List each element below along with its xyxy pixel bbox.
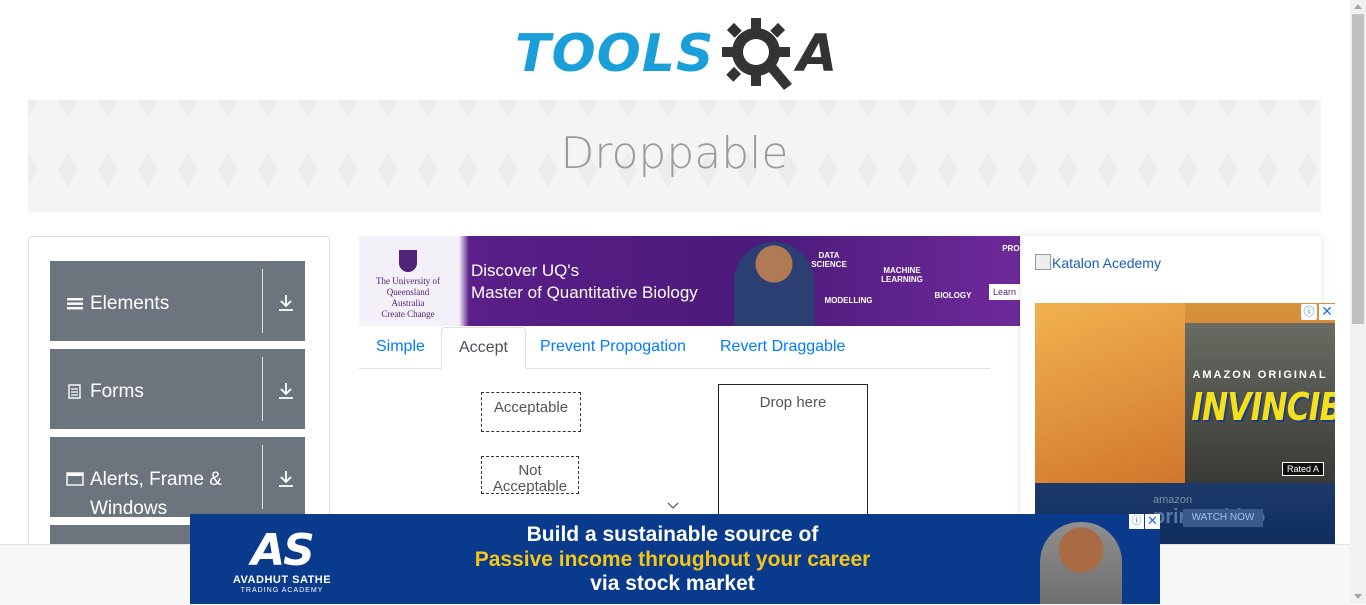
scrollbar-thumb[interactable] bbox=[1352, 14, 1364, 324]
droppable-tabs: Simple Accept Prevent Propogation Revert… bbox=[359, 327, 990, 369]
download-icon[interactable] bbox=[278, 382, 294, 400]
ad-learn-button[interactable]: Learn bbox=[988, 284, 1020, 300]
ad-rating-badge: Rated A bbox=[1282, 462, 1325, 476]
sidebar-group-label: Forms bbox=[90, 381, 144, 402]
katalon-alt-text: Katalon Acedemy bbox=[1052, 255, 1161, 271]
download-icon[interactable] bbox=[278, 294, 294, 312]
document-icon bbox=[68, 384, 81, 399]
divider bbox=[262, 269, 263, 333]
ad-info-icon[interactable]: ⓘ bbox=[1301, 304, 1317, 320]
sidebar-group-label: Elements bbox=[90, 293, 170, 314]
ad-line-3: via stock market bbox=[590, 572, 755, 595]
bottom-ad-banner[interactable]: AS AVADHUT SATHE TRADING ACADEMY Build a… bbox=[190, 514, 1160, 604]
ad-watch-button[interactable]: WATCH NOW bbox=[1183, 509, 1263, 527]
ad-keyword: DATA SCIENCE bbox=[811, 251, 847, 269]
ad-close-icon[interactable]: ✕ bbox=[1319, 304, 1335, 320]
ad-amazon-original: AMAZON ORIGINAL bbox=[1192, 369, 1328, 381]
ad-close-icon[interactable]: ✕ bbox=[1145, 514, 1160, 529]
vertical-scrollbar[interactable] bbox=[1350, 0, 1366, 604]
sidebar-group-elements[interactable]: Elements bbox=[50, 261, 305, 341]
ad-headline-1: Discover UQ's bbox=[471, 261, 580, 280]
tab-accept[interactable]: Accept bbox=[441, 327, 526, 369]
ad-headline: Discover UQ's Master of Quantitative Bio… bbox=[471, 260, 698, 304]
drop-target-label: Drop here bbox=[759, 394, 827, 411]
drop-target[interactable]: Drop here bbox=[718, 384, 868, 526]
logo-text: TOOLS bbox=[515, 24, 715, 84]
uq-brand: The University of Queensland Australia bbox=[376, 276, 440, 308]
chevron-down-icon[interactable] bbox=[667, 500, 679, 512]
sidebar-group-forms[interactable]: Forms bbox=[50, 349, 305, 429]
scroll-up-arrow-icon[interactable] bbox=[1354, 4, 1362, 9]
logo-suffix: A bbox=[797, 24, 838, 84]
ad-keyword: MODELLING bbox=[824, 296, 873, 305]
window-icon bbox=[66, 472, 84, 486]
divider bbox=[262, 445, 263, 509]
ad-artwork bbox=[1035, 303, 1185, 483]
divider bbox=[262, 357, 263, 421]
left-sidebar: Elements Forms Alerts, Frame & Windows bbox=[28, 236, 330, 565]
sidebar-group-alerts[interactable]: Alerts, Frame & Windows bbox=[50, 437, 305, 519]
tab-prevent-propogation[interactable]: Prevent Propogation bbox=[523, 327, 703, 367]
uq-crest-icon bbox=[399, 250, 417, 272]
ad-title: INVINCIBLE bbox=[1191, 385, 1335, 429]
invincible-ad[interactable]: AMAZON ORIGINAL INVINCIBLE Rated A amazo… bbox=[1035, 303, 1335, 544]
ad-info-icon[interactable]: ⓘ bbox=[1129, 514, 1144, 529]
download-icon[interactable] bbox=[278, 470, 294, 488]
ad-person-image bbox=[734, 242, 814, 326]
ad-line-2: Passive income throughout your career bbox=[474, 548, 871, 571]
not-acceptable-draggable[interactable]: Not Acceptable bbox=[481, 456, 579, 495]
gear-magnifier-icon bbox=[722, 18, 792, 90]
katalon-ad-link[interactable]: Katalon Acedemy bbox=[1035, 254, 1161, 271]
toolsqa-logo[interactable]: TOOLS A bbox=[515, 16, 840, 92]
ad-keyword: PROG bbox=[1002, 244, 1020, 253]
acceptable-draggable[interactable]: Acceptable bbox=[481, 392, 581, 432]
uq-tagline: Create Change bbox=[381, 309, 435, 319]
ad-person-image bbox=[1040, 522, 1122, 604]
ad-headline-2: Master of Quantitative Biology bbox=[471, 283, 698, 302]
page-banner: Droppable bbox=[28, 100, 1321, 212]
page-title: Droppable bbox=[560, 128, 789, 179]
hamburger-icon bbox=[67, 298, 83, 310]
ad-keyword: BIOLOGY bbox=[934, 291, 972, 300]
tab-revert-draggable[interactable]: Revert Draggable bbox=[703, 327, 862, 367]
ad-line-1: Build a sustainable source of bbox=[526, 523, 819, 546]
ad-keyword: MACHINE LEARNING bbox=[881, 266, 923, 284]
uq-ad-banner[interactable]: The University of Queensland Australia C… bbox=[359, 236, 1020, 326]
tab-simple[interactable]: Simple bbox=[359, 327, 442, 367]
uq-logo: The University of Queensland Australia C… bbox=[373, 250, 443, 320]
broken-image-icon bbox=[1035, 254, 1051, 270]
ad-amazon-label: amazon bbox=[1153, 494, 1193, 506]
scroll-down-arrow-icon[interactable] bbox=[1354, 594, 1362, 599]
